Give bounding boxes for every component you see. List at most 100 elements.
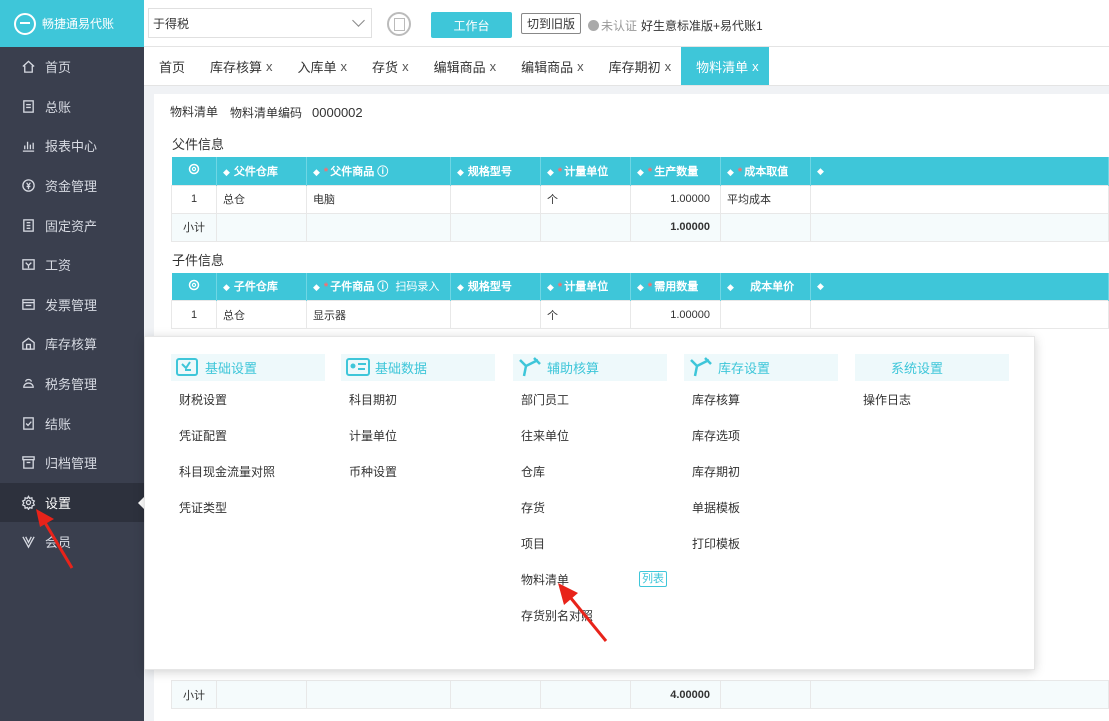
col-header-unit[interactable]: ◆ * 计量单位 [540, 272, 631, 301]
chart-icon [20, 138, 36, 154]
menu-column-4: 系统设置 操作日志 [855, 354, 1009, 417]
menu-item[interactable]: 凭证配置 [171, 417, 325, 453]
cell-warehouse[interactable]: 总仓 [216, 184, 307, 214]
menu-column-label: 库存设置 [718, 361, 771, 376]
old-version-button[interactable]: 切到旧版 [521, 13, 582, 34]
col-header-unit-cost[interactable]: ◆ 成本单价 [720, 272, 811, 301]
cell-spec[interactable] [450, 184, 541, 214]
menu-item[interactable]: 存货别名对照 [513, 597, 667, 633]
menu-item[interactable]: 往来单位 [513, 417, 667, 453]
menu-item[interactable]: 币种设置 [341, 453, 495, 489]
menu-item[interactable]: 项目 [513, 525, 667, 561]
tab-1[interactable]: 库存核算 x [195, 47, 283, 85]
cell-warehouse[interactable]: 总仓 [216, 300, 307, 329]
sidebar-item-checkout[interactable]: 结账 [0, 403, 144, 443]
sidebar-item-vip[interactable]: 会员 [0, 522, 144, 562]
tab-5[interactable]: 编辑商品 x [506, 47, 594, 85]
menu-item[interactable]: 操作日志 [855, 381, 1009, 417]
menu-item[interactable]: 部门员工 [513, 381, 667, 417]
menu-item[interactable]: 库存选项 [684, 417, 838, 453]
close-icon[interactable]: x [266, 59, 273, 74]
menu-item[interactable]: 单据模板 [684, 489, 838, 525]
sidebar-item-salary[interactable]: 工资 [0, 245, 144, 285]
cell-empty [540, 680, 631, 709]
app-logo[interactable]: 畅捷通易代账 [0, 0, 144, 47]
list-badge[interactable]: 列表 [639, 571, 667, 587]
menu-item[interactable]: 财税设置 [171, 381, 325, 417]
cell-empty [306, 212, 451, 242]
sidebar-item-archive[interactable]: 归档管理 [0, 443, 144, 483]
menu-item[interactable]: 凭证类型 [171, 489, 325, 525]
tab-4[interactable]: 编辑商品 x [419, 47, 507, 85]
cell-empty [216, 212, 307, 242]
cert-status-text: 未认证 [601, 19, 638, 33]
table-row[interactable]: 1 总仓 显示器 个 1.00000 [171, 300, 1109, 329]
sidebar-item-label: 会员 [45, 535, 72, 551]
sidebar-item-chart[interactable]: 报表中心 [0, 126, 144, 166]
menu-item[interactable]: 科目期初 [341, 381, 495, 417]
sidebar-item-building[interactable]: 固定资产 [0, 205, 144, 245]
col-header-extra[interactable]: ◆ [810, 157, 1109, 185]
col-header-parent-product[interactable]: ◆ * 父件商品 ⓘ [306, 157, 451, 185]
workbench-button[interactable]: 工作台 [431, 12, 512, 38]
menu-column-title: 系统设置 [855, 354, 1009, 381]
cell-product[interactable]: 电脑 [306, 184, 451, 214]
menu-item[interactable]: 仓库 [513, 453, 667, 489]
sidebar-item-warehouse[interactable]: 库存核算 [0, 324, 144, 364]
close-icon[interactable]: x [577, 59, 584, 74]
sidebar-item-label: 库存核算 [45, 337, 98, 353]
parent-section-title: 父件信息 [172, 137, 225, 152]
tab-7[interactable]: 物料清单 x [681, 47, 769, 85]
company-select[interactable]: 于得税 [148, 8, 372, 38]
col-header-required-qty[interactable]: ◆ * 需用数量 [630, 272, 721, 301]
col-header-unit[interactable]: ◆ * 计量单位 [540, 157, 631, 185]
sidebar-item-tax[interactable]: 税务管理 [0, 364, 144, 404]
subtotal-qty: 4.00000 [630, 680, 721, 709]
cell-qty[interactable]: 1.00000 [630, 300, 721, 329]
col-header-spec[interactable]: ◆ 规格型号 [450, 157, 541, 185]
subtab-bom[interactable]: 物料清单 [154, 94, 225, 130]
col-header-spec[interactable]: ◆ 规格型号 [450, 272, 541, 301]
cell-product[interactable]: 显示器 [306, 300, 451, 329]
tab-0[interactable]: 首页 [144, 47, 195, 85]
tab-2[interactable]: 入库单 x [283, 47, 358, 85]
menu-item[interactable]: 计量单位 [341, 417, 495, 453]
menu-item[interactable]: 物料清单 列表 [513, 561, 667, 597]
col-header-production-qty[interactable]: ◆ * 生产数量 [630, 157, 721, 185]
cell-spec[interactable] [450, 300, 541, 329]
sidebar-item-gear[interactable]: 设置 [0, 482, 144, 523]
cell-qty[interactable]: 1.00000 [630, 184, 721, 214]
tab-6[interactable]: 库存期初 x [594, 47, 682, 85]
close-icon[interactable]: x [752, 59, 759, 74]
scan-entry-link[interactable]: 扫码录入 [395, 281, 439, 293]
menu-item[interactable]: 库存核算 [684, 381, 838, 417]
cell-cost[interactable]: 平均成本 [720, 184, 811, 214]
cell-unit[interactable]: 个 [540, 300, 631, 329]
close-icon[interactable]: x [341, 59, 348, 74]
close-icon[interactable]: x [490, 59, 497, 74]
col-header-child-warehouse[interactable]: ◆ 子件仓库 [216, 272, 307, 301]
column-settings-cell[interactable] [171, 157, 217, 185]
cell-price[interactable] [720, 300, 811, 329]
gear-icon [188, 279, 199, 290]
sidebar-item-ledger[interactable]: 总账 [0, 87, 144, 127]
tab-label: 库存期初 [608, 59, 661, 75]
tab-3[interactable]: 存货 x [357, 47, 419, 85]
close-icon[interactable]: x [402, 59, 409, 74]
col-header-extra[interactable]: ◆ [810, 272, 1109, 301]
menu-item[interactable]: 存货 [513, 489, 667, 525]
menu-item[interactable]: 库存期初 [684, 453, 838, 489]
menu-item[interactable]: 打印模板 [684, 525, 838, 561]
sidebar-item-invoice[interactable]: 发票管理 [0, 285, 144, 325]
sidebar-item-money[interactable]: 资金管理 [0, 166, 144, 206]
col-header-parent-warehouse[interactable]: ◆ 父件仓库 [216, 157, 307, 185]
cell-unit[interactable]: 个 [540, 184, 631, 214]
col-header-cost-basis[interactable]: ◆ * 成本取值 [720, 157, 811, 185]
close-icon[interactable]: x [665, 59, 672, 74]
table-row[interactable]: 1 总仓 电脑 个 1.00000 平均成本 [171, 184, 1109, 214]
ledger-switch-icon[interactable] [387, 12, 411, 36]
col-header-child-product[interactable]: ◆ * 子件商品 ⓘ 扫码录入 [306, 272, 451, 301]
sidebar-item-home[interactable]: 首页 [0, 47, 144, 87]
column-settings-cell[interactable] [171, 272, 217, 301]
menu-item[interactable]: 科目现金流量对照 [171, 453, 325, 489]
